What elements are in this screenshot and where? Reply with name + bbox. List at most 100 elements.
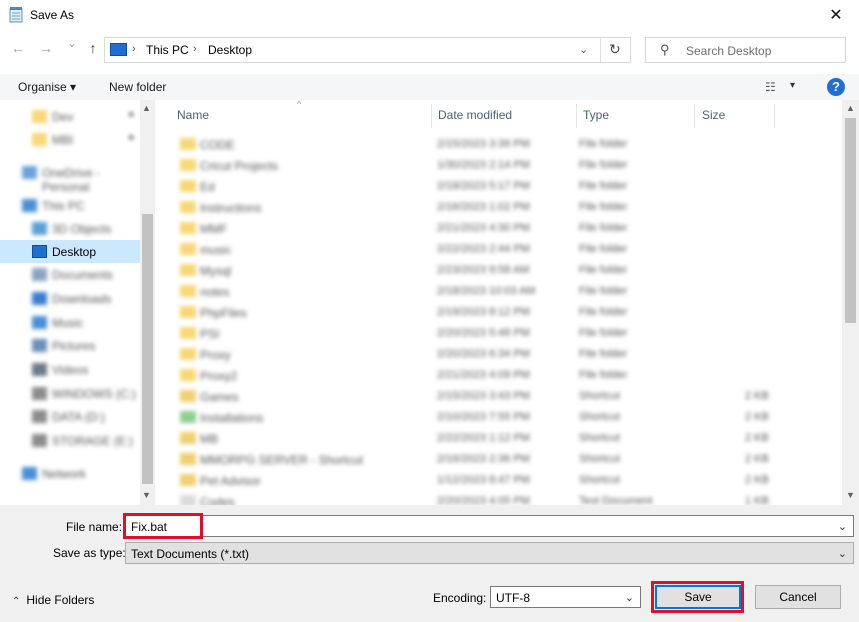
file-row[interactable]: PhpFiles 2/19/2023 8:12 PM File folder bbox=[165, 302, 845, 323]
folder-icon bbox=[180, 306, 196, 318]
hide-folders-label: Hide Folders bbox=[26, 593, 95, 607]
sidebar-item-label: This PC bbox=[42, 199, 85, 213]
file-type: File folder bbox=[579, 201, 628, 213]
save-form: File name: Fix.bat ⌄ Save as type: Text … bbox=[0, 505, 859, 622]
help-icon[interactable]: ? bbox=[827, 78, 845, 96]
sidebar-item-downloads[interactable]: Downloads bbox=[0, 287, 140, 310]
sidebar-item-label: Documents bbox=[52, 268, 113, 282]
file-row[interactable]: MMORPG SERVER - Shortcut 2/16/2023 2:36 P… bbox=[165, 449, 845, 470]
file-row[interactable]: Mysql 2/23/2023 9:58 AM File folder bbox=[165, 260, 845, 281]
navigation-pane[interactable]: Dev ✱ MBI ✱ OneDrive - Personal This PC 3D Obj… bbox=[0, 100, 155, 505]
refresh-icon[interactable]: ↻ bbox=[609, 41, 621, 58]
hide-folders-button[interactable]: ⌃ Hide Folders bbox=[12, 593, 94, 607]
address-bar[interactable]: › This PC › Desktop ⌄ ↻ bbox=[104, 37, 631, 63]
file-row[interactable]: Pet Advisor 1/12/2023 8:47 PM Shortcut 2 KB bbox=[165, 470, 845, 491]
forward-button[interactable]: → bbox=[36, 40, 56, 56]
column-header-date[interactable]: Date modified bbox=[438, 108, 512, 122]
nav-scrollbar-thumb[interactable] bbox=[142, 214, 153, 484]
chevron-down-icon[interactable]: ⌄ bbox=[838, 520, 847, 533]
sidebar-item-windows-c[interactable]: WINDOWS (C:) bbox=[0, 382, 140, 405]
cube-icon bbox=[32, 222, 47, 235]
recent-locations-button[interactable]: ⌄ bbox=[62, 37, 82, 50]
new-folder-button[interactable]: New folder bbox=[109, 80, 166, 94]
nav-scroll-down-icon[interactable]: ▼ bbox=[142, 490, 151, 500]
file-row[interactable]: MMF 2/21/2023 4:30 PM File folder bbox=[165, 218, 845, 239]
sidebar-item-label: Desktop bbox=[52, 245, 97, 259]
sidebar-item-pictures[interactable]: Pictures bbox=[0, 334, 140, 357]
column-separator[interactable] bbox=[576, 104, 577, 128]
drive-icon bbox=[32, 434, 47, 447]
file-date: 2/21/2023 4:30 PM bbox=[437, 222, 530, 234]
address-divider bbox=[600, 38, 601, 62]
sidebar-item-dev[interactable]: Dev ✱ bbox=[0, 105, 140, 128]
file-row[interactable]: Proxy2 2/21/2023 4:09 PM File folder bbox=[165, 365, 845, 386]
file-name: Instructions bbox=[200, 201, 262, 215]
up-button[interactable]: ↑ bbox=[83, 40, 103, 56]
back-button[interactable]: ← bbox=[8, 40, 28, 56]
file-row[interactable]: PSI 2/20/2023 5:48 PM File folder bbox=[165, 323, 845, 344]
cancel-button[interactable]: Cancel bbox=[755, 585, 841, 609]
file-row[interactable]: Games 2/15/2023 3:43 PM Shortcut 2 KB bbox=[165, 386, 845, 407]
organise-button[interactable]: Organise ▾ bbox=[18, 80, 76, 94]
sidebar-item-network[interactable]: Network bbox=[0, 462, 140, 485]
breadcrumb-separator-icon: › bbox=[193, 43, 197, 55]
sidebar-item-mbi[interactable]: MBI ✱ bbox=[0, 128, 140, 151]
file-list[interactable]: ^ Name Date modified Type Size CODE 2/15/… bbox=[165, 100, 845, 505]
file-type: File folder bbox=[579, 348, 628, 360]
shortcut-icon bbox=[180, 474, 196, 486]
file-date: 2/18/2023 5:17 PM bbox=[437, 180, 530, 192]
sidebar-item-videos[interactable]: Videos bbox=[0, 358, 140, 381]
folder-icon bbox=[180, 285, 196, 297]
file-row[interactable]: Instructions 2/16/2023 1:02 PM File folder bbox=[165, 197, 845, 218]
close-button[interactable]: ✕ bbox=[813, 0, 859, 30]
file-row[interactable]: Codes 2/20/2023 4:05 PM Text Document 1 KB bbox=[165, 491, 845, 505]
file-row[interactable]: CODE 2/15/2023 3:39 PM File folder bbox=[165, 134, 845, 155]
nav-scroll-up-icon[interactable]: ▲ bbox=[142, 103, 151, 113]
file-row[interactable]: Cricut Projects 1/30/2023 2:14 PM File fol… bbox=[165, 155, 845, 176]
save-type-select[interactable]: Text Documents (*.txt) ⌄ bbox=[125, 542, 854, 564]
file-name: notes bbox=[200, 285, 230, 299]
sidebar-item-3d-objects[interactable]: 3D Objects bbox=[0, 217, 140, 240]
file-name-field[interactable]: Fix.bat ⌄ bbox=[125, 515, 854, 537]
list-scroll-down-icon[interactable]: ▼ bbox=[846, 490, 855, 500]
sidebar-item-onedrive-personal[interactable]: OneDrive - Personal bbox=[0, 161, 140, 194]
file-list-scrollbar-thumb[interactable] bbox=[845, 118, 856, 323]
sidebar-item-label: Videos bbox=[52, 363, 89, 377]
file-date: 1/12/2023 8:47 PM bbox=[437, 474, 530, 486]
file-row[interactable]: MB 2/22/2023 1:12 PM Shortcut 2 KB bbox=[165, 428, 845, 449]
view-dropdown-icon[interactable]: ▾ bbox=[790, 80, 795, 91]
breadcrumb-this-pc[interactable]: This PC bbox=[146, 43, 189, 57]
sidebar-item-this-pc[interactable]: This PC bbox=[0, 194, 140, 217]
column-header-size[interactable]: Size bbox=[702, 108, 725, 122]
sidebar-item-music[interactable]: Music bbox=[0, 311, 140, 334]
breadcrumb-desktop[interactable]: Desktop bbox=[208, 43, 252, 57]
file-row[interactable]: Ed 2/18/2023 5:17 PM File folder bbox=[165, 176, 845, 197]
cloud-icon bbox=[22, 166, 37, 179]
file-name: Codes bbox=[200, 495, 235, 505]
file-type: File folder bbox=[579, 138, 628, 150]
encoding-select[interactable]: UTF-8 ⌄ bbox=[490, 586, 641, 608]
column-header-type[interactable]: Type bbox=[583, 108, 609, 122]
column-header-name[interactable]: Name bbox=[177, 108, 209, 122]
view-options-icon[interactable]: ☷ bbox=[765, 80, 776, 94]
title-bar: Save As ✕ bbox=[0, 0, 859, 30]
address-dropdown-icon[interactable]: ⌄ bbox=[579, 43, 588, 56]
search-box[interactable]: ⚲ Search Desktop bbox=[645, 37, 846, 63]
chevron-up-icon: ⌃ bbox=[12, 596, 21, 607]
sidebar-item-data-d[interactable]: DATA (D:) bbox=[0, 405, 140, 428]
sidebar-item-documents[interactable]: Documents bbox=[0, 263, 140, 286]
file-row[interactable]: notes 2/18/2023 10:03 AM File folder bbox=[165, 281, 845, 302]
folder-icon bbox=[180, 327, 196, 339]
sidebar-item-storage-e[interactable]: STORAGE (E:) bbox=[0, 429, 140, 452]
column-separator[interactable] bbox=[774, 104, 775, 128]
list-scroll-up-icon[interactable]: ▲ bbox=[846, 103, 855, 113]
file-row[interactable]: music 2/22/2023 2:44 PM File folder bbox=[165, 239, 845, 260]
sidebar-item-desktop[interactable]: Desktop bbox=[0, 240, 140, 263]
column-separator[interactable] bbox=[431, 104, 432, 128]
file-type: File folder bbox=[579, 306, 628, 318]
column-separator[interactable] bbox=[694, 104, 695, 128]
search-input[interactable]: Search Desktop bbox=[686, 44, 771, 58]
file-row[interactable]: Proxy 2/20/2023 6:34 PM File folder bbox=[165, 344, 845, 365]
sidebar-item-label: Dev bbox=[52, 110, 74, 124]
file-row[interactable]: Installations 2/10/2023 7:55 PM Shortcut 2 … bbox=[165, 407, 845, 428]
